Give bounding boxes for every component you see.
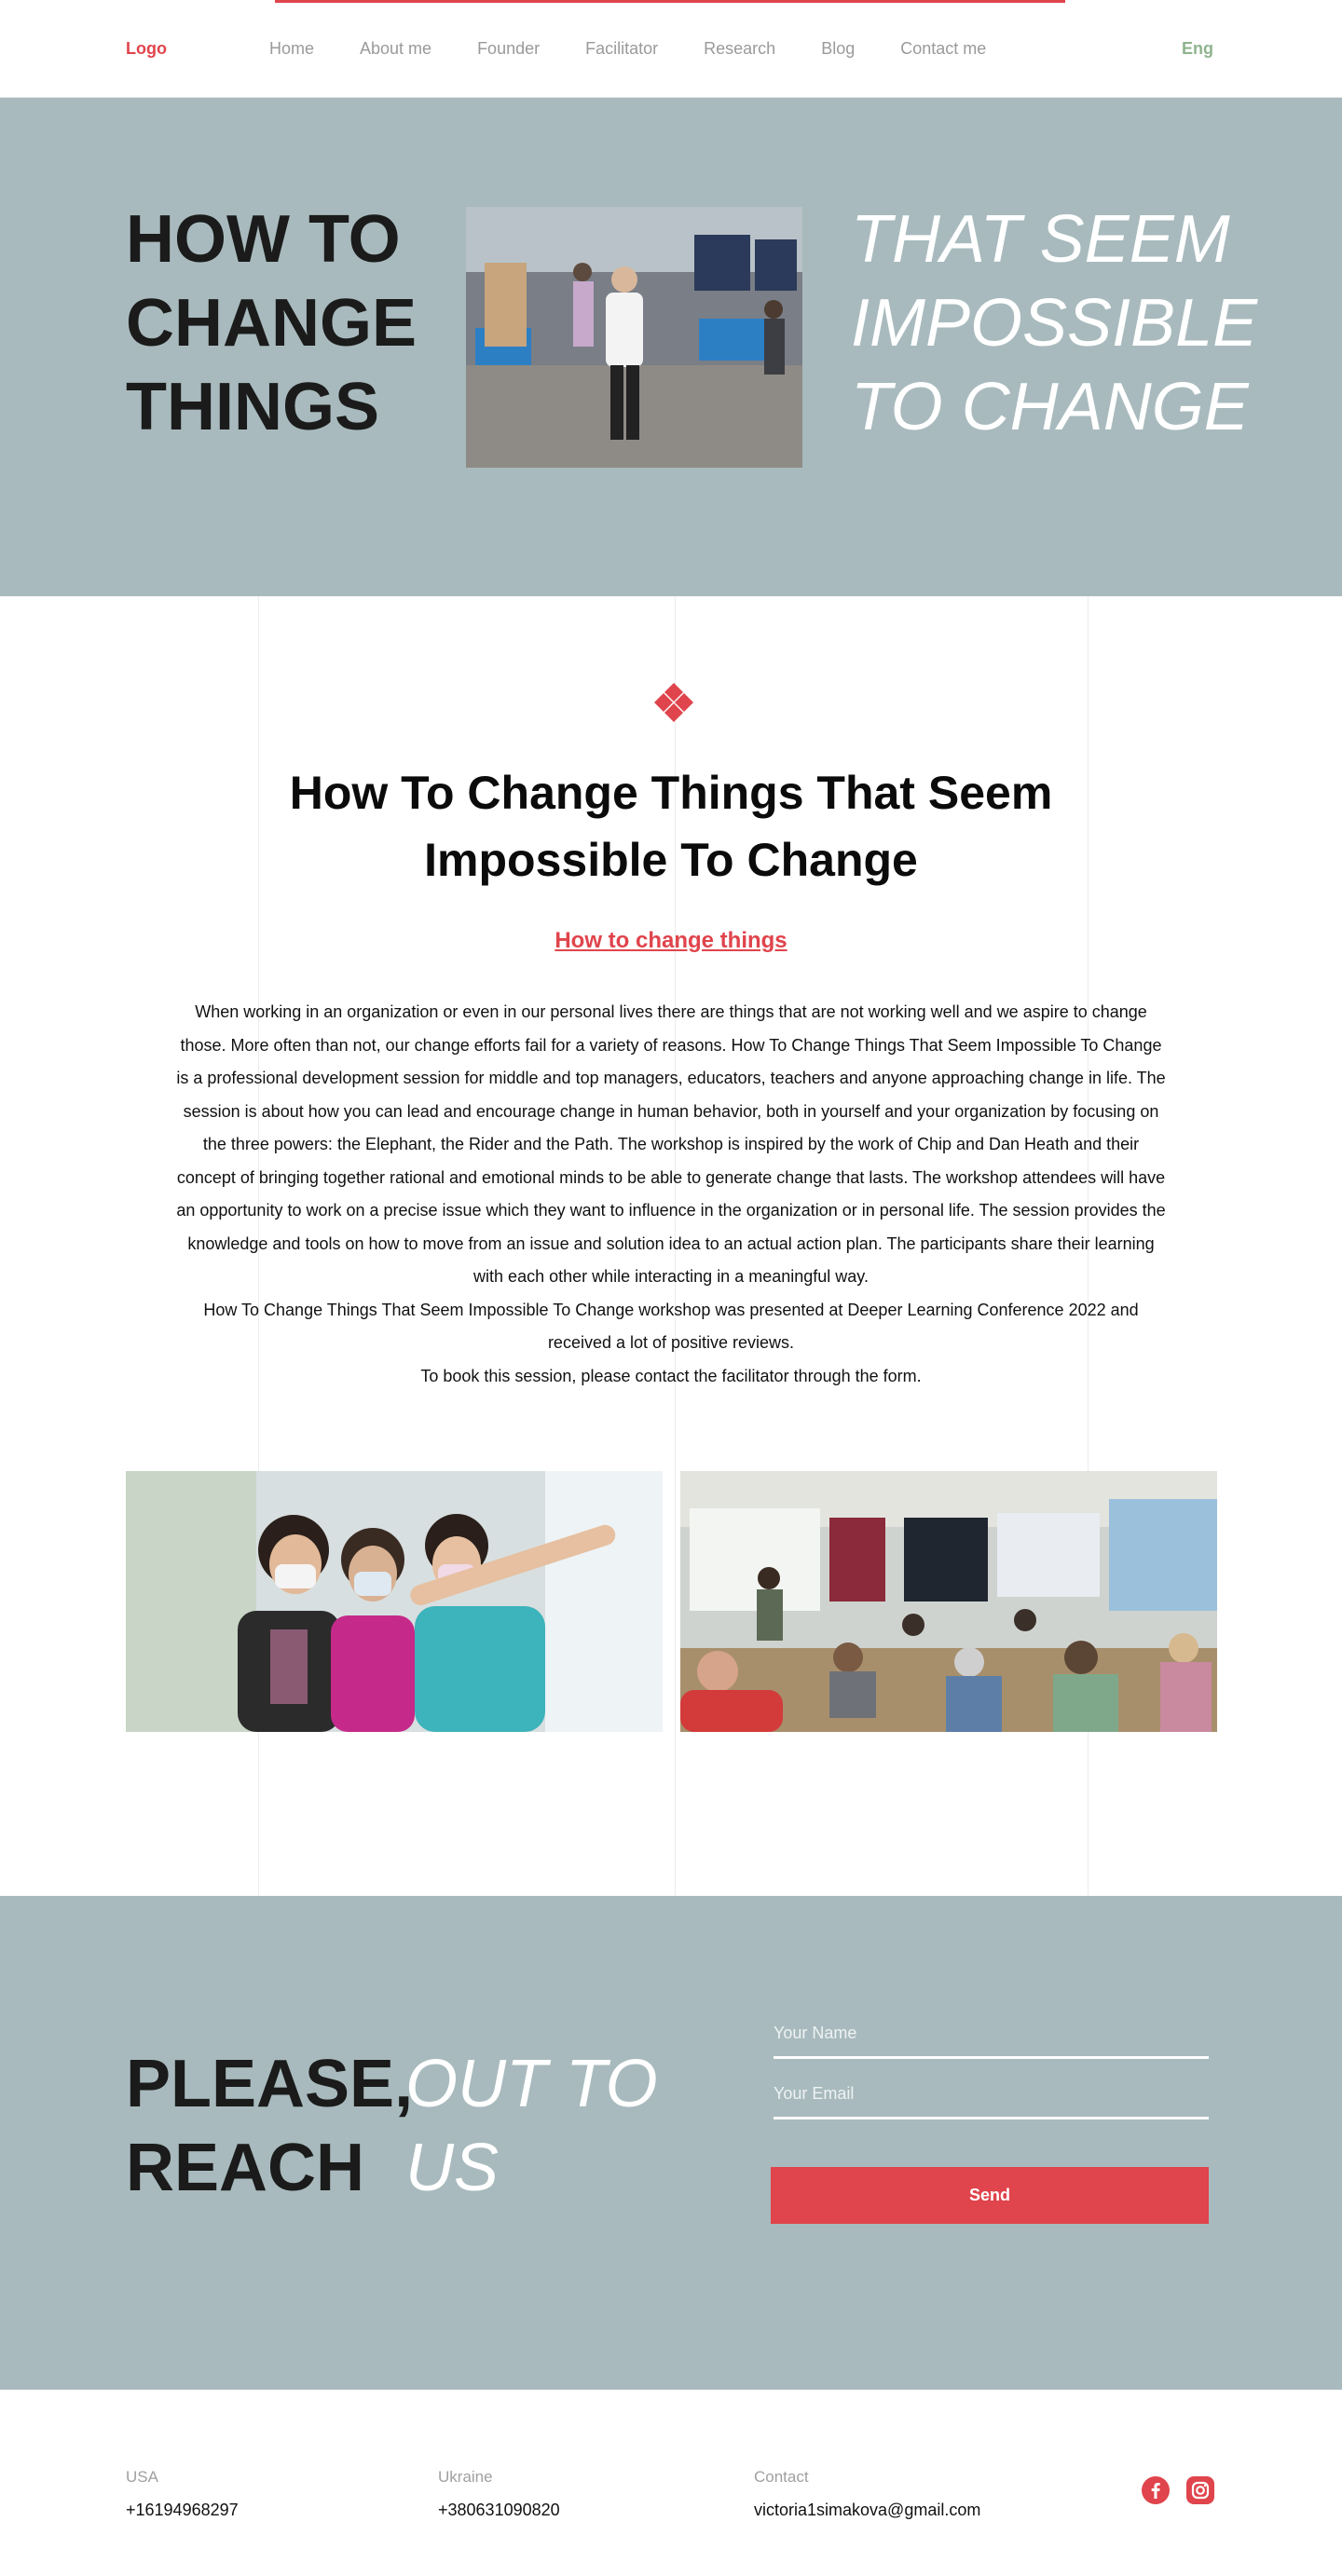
contact-section: Please, reach out to us Send (0, 1896, 1342, 2390)
article-paragraph: To book this session, please contact the… (420, 1366, 922, 1385)
article-section: How To Change Things That Seem Impossibl… (0, 596, 1342, 1896)
diamond-cluster-icon (654, 683, 693, 722)
nav-accent-bar (275, 0, 1065, 3)
hero-heading-right: That seem impossible to change (851, 202, 1258, 444)
article-paragraph: How To Change Things That Seem Impossibl… (203, 1300, 1139, 1353)
article-body: When working in an organization or even … (172, 996, 1170, 1393)
workshop-photo-left (126, 1471, 663, 1732)
nav-link-about[interactable]: About me (360, 39, 431, 59)
nav-link-home[interactable]: Home (269, 39, 314, 59)
footer-contact-label: Contact (754, 2468, 809, 2486)
nav-link-founder[interactable]: Founder (477, 39, 540, 59)
nav-link-blog[interactable]: Blog (821, 39, 855, 59)
nav-link-research[interactable]: Research (704, 39, 775, 59)
hero-heading-left: How to change things (126, 202, 418, 444)
article-subtitle-link[interactable]: How to change things (391, 928, 951, 954)
logo-link[interactable]: Logo (126, 39, 167, 59)
article-paragraph: When working in an organization or even … (176, 1002, 1166, 1286)
main-menu: Home About me Founder Facilitator Resear… (269, 39, 1032, 59)
language-switcher[interactable]: Eng (1182, 39, 1213, 59)
hero-section: How to change things That seem impossibl… (0, 98, 1342, 596)
nav-link-facilitator[interactable]: Facilitator (585, 39, 658, 59)
name-field-wrapper (774, 2024, 1209, 2059)
contact-heading-left: Please, reach (126, 2047, 414, 2205)
footer-ukraine-label: Ukraine (438, 2468, 493, 2486)
email-input[interactable] (774, 2084, 1209, 2117)
send-button[interactable]: Send (771, 2167, 1209, 2224)
hero-photo-illustration (466, 207, 802, 468)
facebook-icon[interactable] (1142, 2476, 1170, 2504)
workshop-photo-right (680, 1471, 1217, 1732)
footer-usa-phone[interactable]: +16194968297 (126, 2501, 239, 2520)
top-navigation: Logo Home About me Founder Facilitator R… (0, 0, 1342, 98)
instagram-icon[interactable] (1186, 2476, 1214, 2504)
footer-usa-label: USA (126, 2468, 158, 2486)
article-title: How To Change Things That Seem Impossibl… (289, 767, 1053, 886)
nav-link-contact[interactable]: Contact me (900, 39, 986, 59)
footer-ukraine-phone[interactable]: +380631090820 (438, 2501, 560, 2520)
footer-email-link[interactable]: victoria1simakova@gmail.com (754, 2501, 980, 2520)
name-input[interactable] (774, 2024, 1209, 2056)
contact-heading-right: out to us (405, 2047, 658, 2205)
email-field-wrapper (774, 2084, 1209, 2119)
footer: USA +16194968297 Ukraine +380631090820 C… (0, 2390, 1342, 2576)
hero-photo (466, 207, 802, 468)
